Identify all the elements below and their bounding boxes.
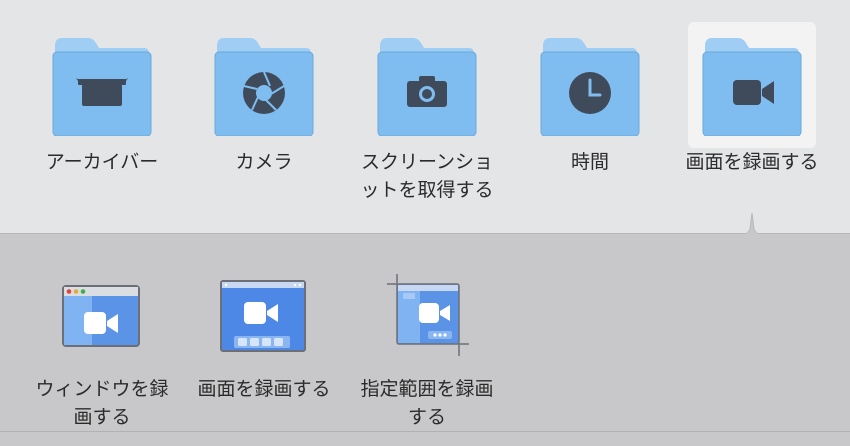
screen-record-icon — [220, 280, 306, 352]
folder-screen-record[interactable]: 画面を録画する — [672, 0, 832, 210]
option-selection-record-line2: する — [407, 406, 446, 428]
option-screen-record-line1: 画面を録画する — [197, 378, 331, 400]
option-window-record-line1: ウィンドウを録 — [35, 378, 169, 400]
video-camera-icon — [702, 38, 802, 136]
action-folder-bar: アーカイバー カメラ スクリーンショ ットを取得する 時間 画面を録画する — [0, 0, 850, 234]
option-window-record-label: ウィンドウを録 画する — [22, 375, 182, 431]
window-record-icon — [62, 285, 140, 347]
option-selection-record[interactable]: 指定範囲を録画 する — [347, 274, 507, 435]
archive-icon — [52, 38, 152, 136]
option-screen-record[interactable]: 画面を録画する — [184, 275, 344, 435]
option-selection-record-line1: 指定範囲を録画 — [360, 378, 494, 400]
folder-label-screenshot-line2: ットを取得する — [360, 179, 494, 201]
folder-label-screenshot: スクリーンショ ットを取得する — [347, 148, 507, 204]
bottom-divider — [0, 431, 850, 432]
camera-icon — [377, 38, 477, 136]
option-selection-record-label: 指定範囲を録画 する — [347, 375, 507, 431]
option-window-record-line2: 画する — [73, 406, 131, 428]
option-screen-record-label: 画面を録画する — [184, 375, 344, 403]
folder-label-time: 時間 — [570, 151, 609, 173]
clock-icon — [540, 38, 640, 136]
folder-label-archive: アーカイバー — [45, 151, 159, 173]
option-window-record[interactable]: ウィンドウを録 画する — [22, 275, 182, 435]
folder-archive[interactable]: アーカイバー — [22, 0, 182, 210]
record-options-panel: ウィンドウを録 画する 画面を録画する 指定範囲を録画 する — [0, 235, 850, 446]
folder-time[interactable]: 時間 — [510, 0, 670, 210]
folder-camera[interactable]: カメラ — [184, 0, 344, 210]
folder-label-screen-record: 画面を録画する — [685, 151, 819, 173]
folder-label-camera: カメラ — [235, 151, 293, 173]
folder-label-screenshot-line1: スクリーンショ — [360, 151, 494, 173]
folder-screenshot[interactable]: スクリーンショ ットを取得する — [347, 0, 507, 210]
selection-record-icon — [387, 274, 469, 356]
aperture-icon — [214, 38, 314, 136]
selection-pointer — [730, 212, 774, 235]
